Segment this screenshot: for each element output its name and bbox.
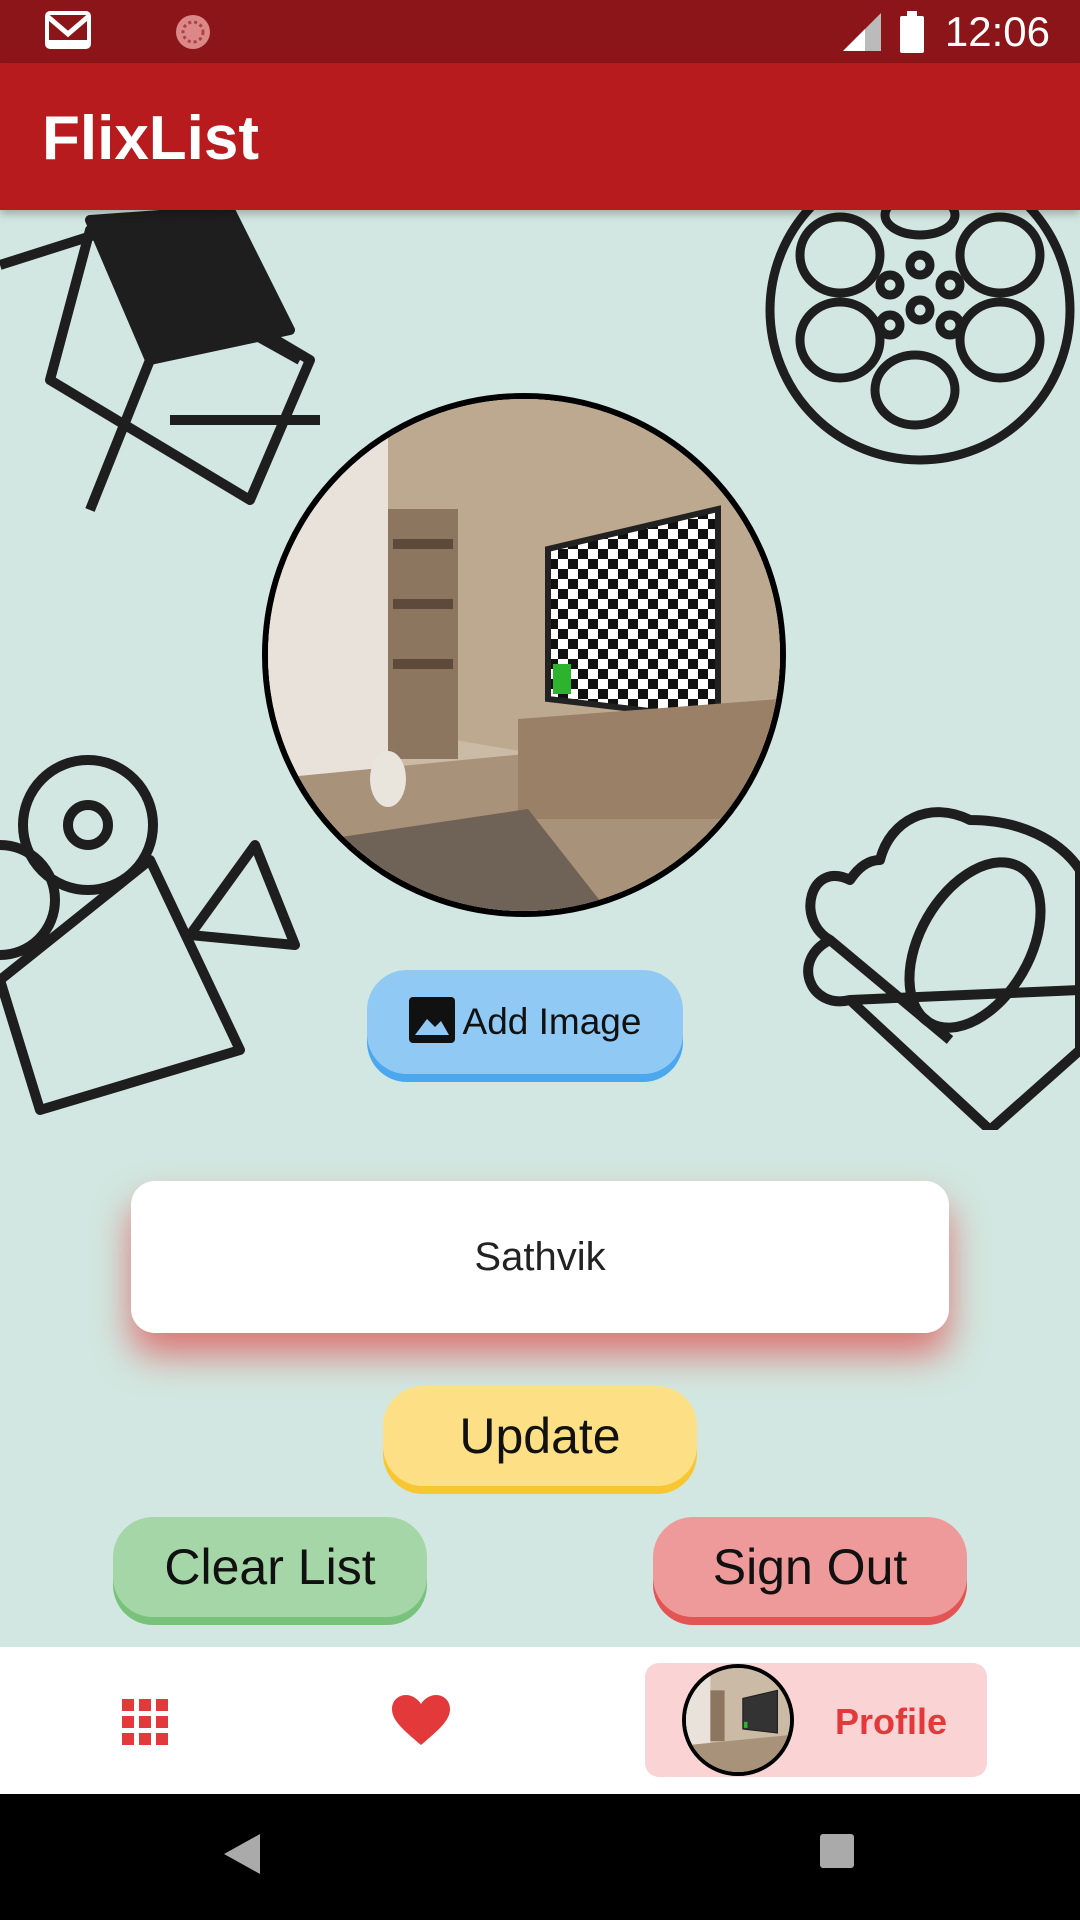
name-field[interactable]: Sathvik: [131, 1181, 949, 1333]
clock: 12:06: [944, 8, 1050, 55]
video-camera-icon: [0, 755, 300, 1115]
sign-out-button[interactable]: Sign Out: [653, 1517, 967, 1617]
app-bar: FlixList: [0, 63, 1080, 210]
add-image-button[interactable]: Add Image: [367, 970, 683, 1074]
room-image: [268, 399, 780, 911]
update-label: Update: [459, 1408, 621, 1464]
clear-list-label: Clear List: [164, 1539, 376, 1595]
recents-icon[interactable]: [820, 1834, 854, 1868]
avatar: [682, 1664, 794, 1776]
add-image-label: Add Image: [462, 1001, 642, 1042]
grid-icon[interactable]: [122, 1699, 168, 1745]
film-reel-icon: [765, 210, 1075, 465]
heart-icon[interactable]: [392, 1695, 450, 1747]
tab-profile-label: Profile: [835, 1701, 948, 1742]
popcorn-icon: [803, 807, 1080, 1130]
profile-avatar[interactable]: [262, 393, 786, 917]
app-title: FlixList: [42, 104, 260, 173]
gmail-icon: [45, 11, 91, 49]
system-nav-bar: [0, 1794, 1080, 1920]
tab-profile[interactable]: Profile: [645, 1663, 987, 1777]
home-icon[interactable]: [520, 1831, 564, 1875]
bottom-nav: Profile: [0, 1647, 1080, 1794]
status-bar: 12:06: [0, 0, 1080, 63]
clear-list-button[interactable]: Clear List: [113, 1517, 427, 1617]
sync-icon: [176, 15, 210, 49]
image-icon: [408, 997, 455, 1044]
back-icon[interactable]: [224, 1834, 260, 1874]
signal-icon: [843, 13, 881, 51]
update-button[interactable]: Update: [383, 1386, 697, 1486]
name-value: Sathvik: [474, 1235, 606, 1279]
sign-out-label: Sign Out: [712, 1539, 908, 1595]
battery-icon: [900, 11, 924, 53]
